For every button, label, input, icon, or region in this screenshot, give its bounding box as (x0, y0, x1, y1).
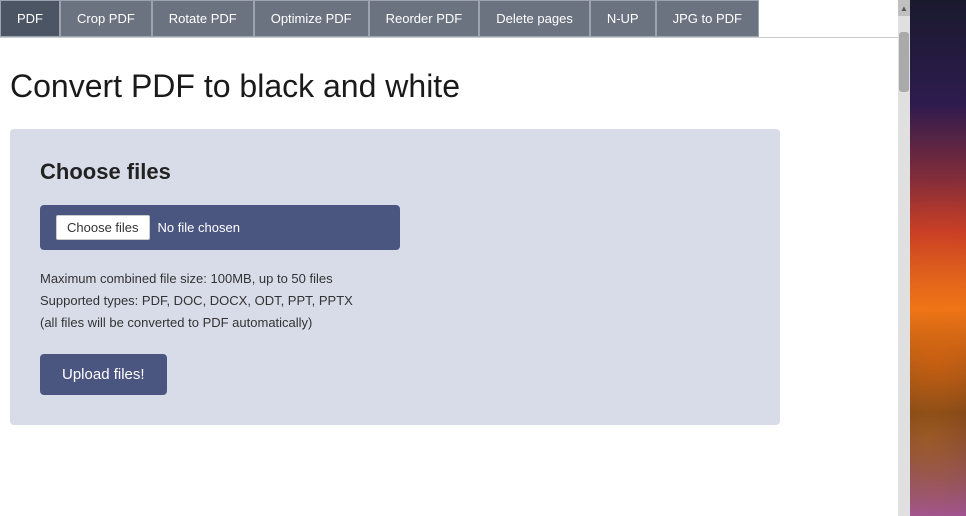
scrollbar-thumb[interactable] (899, 32, 909, 92)
upload-files-button[interactable]: Upload files! (40, 354, 167, 395)
sidebar-image (910, 0, 966, 516)
toolbar-btn-n-up[interactable]: N-UP (590, 0, 656, 37)
toolbar-btn-jpg-to-pdf[interactable]: JPG to PDF (656, 0, 759, 37)
main-content: PDF Crop PDF Rotate PDF Optimize PDF Reo… (0, 0, 898, 516)
file-info: Maximum combined file size: 100MB, up to… (40, 268, 750, 334)
no-file-chosen-text: No file chosen (158, 220, 240, 235)
choose-files-heading: Choose files (40, 159, 750, 185)
choose-files-button[interactable]: Choose files (56, 215, 150, 240)
toolbar-btn-crop-pdf[interactable]: Crop PDF (60, 0, 152, 37)
page-content: Convert PDF to black and white Choose fi… (0, 38, 898, 516)
file-info-line2: Supported types: PDF, DOC, DOCX, ODT, PP… (40, 290, 750, 312)
file-info-line1: Maximum combined file size: 100MB, up to… (40, 268, 750, 290)
file-info-line3: (all files will be converted to PDF auto… (40, 312, 750, 334)
file-input-wrapper: Choose files No file chosen (40, 205, 400, 250)
page-title: Convert PDF to black and white (10, 68, 878, 105)
toolbar: PDF Crop PDF Rotate PDF Optimize PDF Reo… (0, 0, 898, 38)
toolbar-btn-reorder-pdf[interactable]: Reorder PDF (369, 0, 480, 37)
scrollbar-up-arrow[interactable]: ▲ (898, 0, 910, 16)
toolbar-btn-rotate-pdf[interactable]: Rotate PDF (152, 0, 254, 37)
upload-area: Choose files Choose files No file chosen… (10, 129, 780, 425)
scrollbar[interactable]: ▲ (898, 0, 910, 516)
toolbar-btn-delete-pages[interactable]: Delete pages (479, 0, 590, 37)
toolbar-btn-optimize-pdf[interactable]: Optimize PDF (254, 0, 369, 37)
toolbar-btn-pdf[interactable]: PDF (0, 0, 60, 37)
